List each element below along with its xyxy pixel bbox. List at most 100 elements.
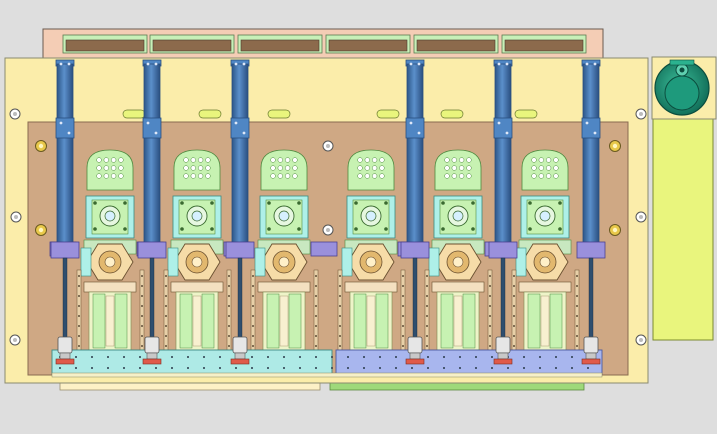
rail-hole [155,367,157,369]
rail-hole [576,345,578,347]
rod-coupling [497,352,509,360]
spindle-hub [539,210,551,222]
rail-hole [78,325,80,327]
rail-hole [315,315,317,317]
bolt [180,227,184,231]
side-rail [163,269,169,351]
rail-hole [78,305,80,307]
bolt [210,227,214,231]
bolt [154,62,158,66]
vacuum-cup-icon [371,173,378,179]
slot-hole [440,109,464,119]
cad-diagram [4,28,717,391]
rail-hole [576,335,578,337]
rail-hole [475,367,477,369]
side-rail [337,269,343,351]
rail-hole [339,305,341,307]
rail-hole [475,356,477,358]
vacuum-cup-icon [190,165,196,171]
rail-hole [78,275,80,277]
side-rail [511,269,517,351]
rail-hole [251,356,253,358]
cylinder-bracket [400,241,430,259]
vacuum-cup-icon [205,165,211,171]
slot-hole [514,109,538,119]
rail-hole [75,356,77,358]
bolt [154,131,158,135]
rail-hole [555,367,557,369]
rail-hole [363,356,365,358]
cross-beam [344,281,398,293]
guide-left [527,293,541,349]
rail-hole [141,295,143,297]
rail-hole [187,356,189,358]
vacuum-cup-icon [205,173,211,179]
side-rail [226,269,232,351]
bolt [441,227,445,231]
rod-pad [55,358,75,365]
bolt-hole-center [639,112,643,116]
rail-hole [252,325,254,327]
side-block [515,247,527,277]
rail-hole [523,356,525,358]
bolt [593,131,597,135]
rail-hole [91,356,93,358]
vacuum-cup-icon [292,157,298,163]
vacuum-cup-icon [197,165,204,171]
piston-rod [149,257,155,339]
rail-hole [576,315,578,317]
bolt [558,201,562,205]
guide-right [201,293,215,349]
cylinder-barrel [582,63,600,245]
rail-hole [59,367,61,369]
vacuum-cup-icon [379,165,385,171]
rail-hole [402,305,404,307]
vacuum-cup-icon [458,173,465,179]
vacuum-cup-icon [110,157,117,163]
rail-hole [443,367,445,369]
guide-left [92,293,106,349]
rail-hole [402,345,404,347]
vacuum-cup-icon [118,165,124,171]
vacuum-pad [521,149,569,191]
bolt [242,62,246,66]
bolt [585,62,589,66]
rail-hole [513,335,515,337]
side-block [167,247,179,277]
vacuum-cup-icon [118,173,124,179]
vacuum-cup-icon [553,165,559,171]
spindle-hub [191,210,203,222]
vacuum-cup-icon [183,165,189,171]
rail-hole [228,275,230,277]
vacuum-cup-icon [103,157,109,163]
rail-hole [489,325,491,327]
slot-hole [122,109,146,119]
bolt [384,201,388,205]
bolt [234,121,238,125]
vacuum-cup-icon [371,157,378,163]
gear-hub [539,256,551,268]
side-rail [574,269,580,351]
rail-hole [426,325,428,327]
vacuum-cup-icon [545,173,552,179]
vacuum-cup-icon [357,165,363,171]
cylinder-clamp [230,117,250,139]
vacuum-cup-icon [466,157,472,163]
gear-hub [452,256,464,268]
bolt [409,121,413,125]
cylinder-barrel [143,63,161,245]
rail-hole [315,367,317,369]
vacuum-pad [434,149,482,191]
rod-pad [493,358,513,365]
guide-center [366,295,376,347]
vacuum-cup-icon [466,173,472,179]
rail-hole [165,325,167,327]
bolt-hole-center [14,215,18,219]
rail-hole [123,367,125,369]
side-panel [652,117,714,341]
vacuum-cup-icon [466,165,472,171]
gear-hub [104,256,116,268]
bolt-hole-center [13,112,17,116]
rail-hole [489,315,491,317]
bolt [409,62,413,66]
